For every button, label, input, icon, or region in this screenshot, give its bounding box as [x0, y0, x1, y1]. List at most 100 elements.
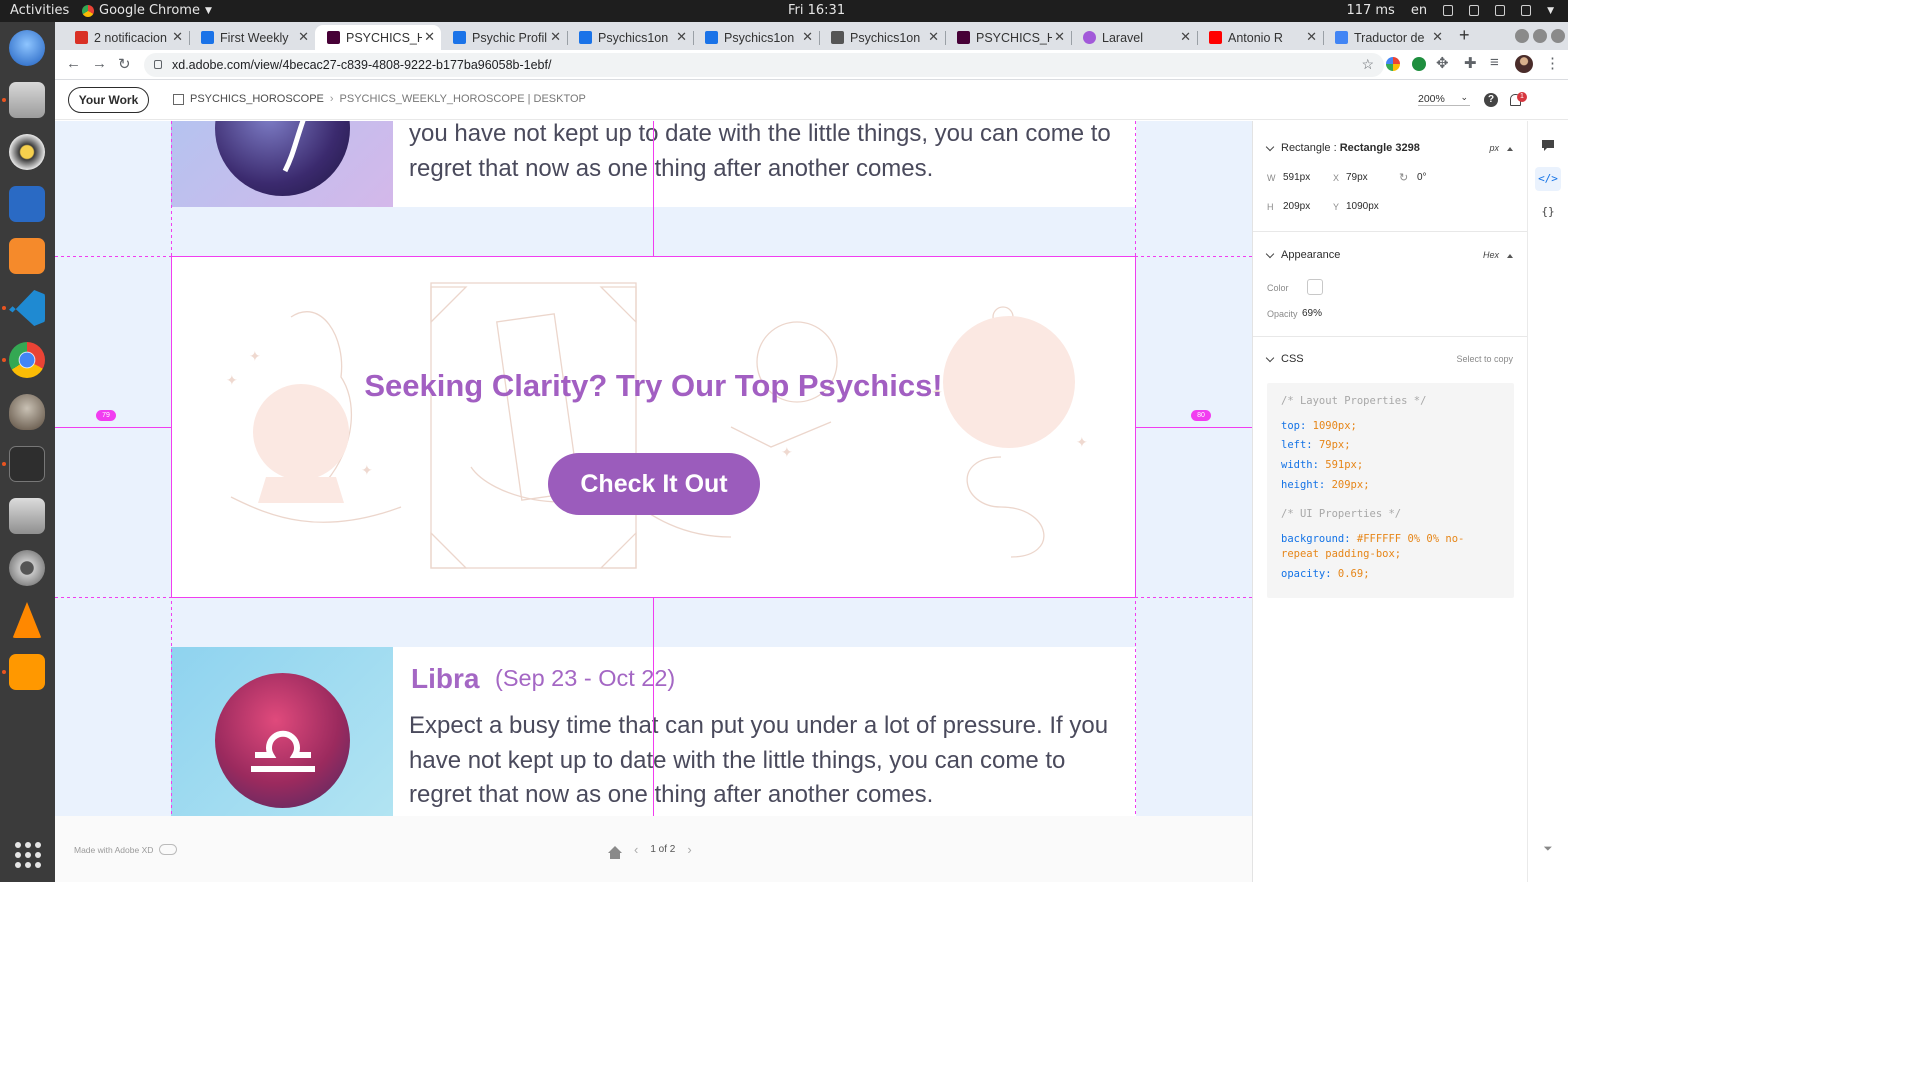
- chrome-dock-icon[interactable]: [9, 342, 45, 378]
- next-page-icon[interactable]: ›: [687, 842, 691, 857]
- bookmark-star-icon[interactable]: ☆: [1361, 56, 1374, 73]
- reading-list-icon[interactable]: ≡: [1490, 54, 1499, 71]
- extension-green-icon[interactable]: [1412, 57, 1426, 71]
- color-label: Color: [1267, 283, 1289, 293]
- browser-tab[interactable]: Psychic Profil ✕: [441, 25, 567, 50]
- appearance-title: Appearance: [1281, 249, 1341, 261]
- chrome-menu-icon[interactable]: ⋮: [1545, 54, 1560, 72]
- maximize-button[interactable]: [1533, 29, 1547, 43]
- close-window-button[interactable]: [1551, 29, 1565, 43]
- back-button[interactable]: ←: [66, 55, 81, 72]
- css-section-header[interactable]: CSS: [1265, 353, 1304, 365]
- comment-icon[interactable]: [1535, 137, 1561, 161]
- page-icon: [831, 31, 844, 44]
- software-center-icon[interactable]: [9, 238, 45, 274]
- css-comment: /* UI Properties */: [1281, 508, 1402, 520]
- appearance-section-header[interactable]: Appearance: [1265, 249, 1341, 261]
- browser-tab[interactable]: Psychics1on ✕: [693, 25, 819, 50]
- psychics-banner[interactable]: ✦ ✦ ✦ ✦ ✦ ✦ Seeking Clarity? Try Our Top…: [171, 257, 1136, 598]
- browser-tab[interactable]: Laravel ✕: [1071, 25, 1197, 50]
- close-icon[interactable]: ✕: [1432, 29, 1443, 45]
- close-icon[interactable]: ✕: [424, 29, 435, 45]
- show-apps-icon[interactable]: [15, 842, 41, 868]
- browser-tab[interactable]: First Weekly ✕: [189, 25, 315, 50]
- app-menu[interactable]: Google Chrome ▼: [82, 3, 212, 18]
- tab-title: Psychics1on: [724, 30, 795, 45]
- filter-icon[interactable]: ⏷: [1535, 837, 1561, 861]
- browser-tab[interactable]: Psychics1on ✕: [567, 25, 693, 50]
- your-work-button[interactable]: Your Work: [68, 87, 149, 113]
- grid-view-icon[interactable]: [173, 93, 184, 105]
- terminal-icon[interactable]: [9, 446, 45, 482]
- close-icon[interactable]: ✕: [928, 29, 939, 45]
- laravel-icon: [1083, 31, 1096, 44]
- browser-tab[interactable]: PSYCHICS_HO ✕: [945, 25, 1071, 50]
- home-icon[interactable]: [608, 846, 622, 859]
- forward-button[interactable]: →: [92, 55, 107, 72]
- color-swatch[interactable]: [1307, 279, 1323, 295]
- minimize-button[interactable]: [1515, 29, 1529, 43]
- latency-indicator: 117 ms: [1346, 3, 1395, 18]
- browser-tab[interactable]: 2 notificacion ✕: [63, 25, 189, 50]
- close-icon[interactable]: ✕: [1306, 29, 1317, 45]
- h-value[interactable]: 209px: [1283, 201, 1310, 212]
- layer-section-header[interactable]: Rectangle : Rectangle 3298: [1265, 142, 1420, 154]
- help-icon[interactable]: ?: [1484, 93, 1498, 107]
- files-icon[interactable]: [9, 82, 45, 118]
- close-icon[interactable]: ✕: [172, 29, 183, 45]
- mixer-icon[interactable]: [9, 498, 45, 534]
- json-button[interactable]: {}: [1535, 200, 1561, 224]
- close-icon[interactable]: ✕: [298, 29, 309, 45]
- clock[interactable]: Fri 16:31: [788, 3, 845, 18]
- opacity-value[interactable]: 69%: [1302, 308, 1322, 319]
- browser-tab[interactable]: Traductor de ✕: [1323, 25, 1449, 50]
- color-mode-select[interactable]: Hex: [1483, 250, 1499, 260]
- gimp-icon[interactable]: [9, 394, 45, 430]
- mystic-illustration: ✦ ✦ ✦ ✦ ✦ ✦: [226, 282, 1088, 569]
- thunderbird-icon[interactable]: [9, 30, 45, 66]
- settings-icon[interactable]: [9, 550, 45, 586]
- vlc-icon[interactable]: [12, 602, 42, 638]
- rhythmbox-icon[interactable]: [9, 134, 45, 170]
- move-extension-icon[interactable]: ✥: [1436, 54, 1449, 72]
- activities-button[interactable]: Activities: [10, 3, 69, 18]
- extension-color-icon[interactable]: [1386, 57, 1400, 71]
- reload-button[interactable]: ↻: [118, 55, 131, 73]
- sign-name: Libra: [411, 663, 480, 694]
- system-tray[interactable]: 117 ms en ▼: [1346, 3, 1554, 18]
- w-value[interactable]: 591px: [1283, 172, 1310, 183]
- prev-page-icon[interactable]: ‹: [634, 842, 638, 857]
- rotation-value[interactable]: 0°: [1417, 172, 1427, 183]
- unit-select[interactable]: px: [1489, 143, 1499, 153]
- close-icon[interactable]: ✕: [802, 29, 813, 45]
- extensions-puzzle-icon[interactable]: ✚: [1464, 54, 1477, 72]
- browser-tab[interactable]: Psychics1on ✕: [819, 25, 945, 50]
- code-inspect-button[interactable]: </>: [1535, 167, 1561, 191]
- browser-tab[interactable]: Antonio R ✕: [1197, 25, 1323, 50]
- close-icon[interactable]: ✕: [676, 29, 687, 45]
- address-bar[interactable]: xd.adobe.com/view/4becac27-c839-4808-922…: [144, 53, 1384, 77]
- y-value[interactable]: 1090px: [1346, 201, 1379, 212]
- profile-avatar[interactable]: [1515, 55, 1533, 73]
- css-prop: width:: [1281, 459, 1319, 471]
- zoom-select[interactable]: 200% ⌄: [1418, 92, 1470, 106]
- browser-tab-active[interactable]: PSYCHICS_HO ✕: [315, 25, 441, 50]
- xd-canvas[interactable]: you have not kept up to date with the li…: [55, 121, 1252, 816]
- close-icon[interactable]: ✕: [550, 29, 561, 45]
- close-icon[interactable]: ✕: [1054, 29, 1065, 45]
- x-value[interactable]: 79px: [1346, 172, 1368, 183]
- vscode-icon[interactable]: [9, 290, 45, 326]
- libra-symbol-icon: [251, 730, 315, 772]
- sublime-icon[interactable]: [9, 654, 45, 690]
- check-it-out-button[interactable]: Check It Out: [548, 453, 760, 515]
- language-indicator[interactable]: en: [1411, 3, 1427, 18]
- breadcrumb-project[interactable]: PSYCHICS_HOROSCOPE: [190, 93, 324, 105]
- new-tab-button[interactable]: +: [1459, 25, 1470, 46]
- layer-type: Rectangle: [1281, 142, 1331, 154]
- tab-title: PSYCHICS_HO: [976, 30, 1052, 45]
- css-code-block[interactable]: /* Layout Properties */ top: 1090px; lef…: [1267, 383, 1514, 598]
- close-icon[interactable]: ✕: [1180, 29, 1191, 45]
- url-text: xd.adobe.com/view/4becac27-c839-4808-922…: [172, 58, 552, 72]
- writer-icon[interactable]: [9, 186, 45, 222]
- sparkle-icon: ✦: [781, 445, 793, 461]
